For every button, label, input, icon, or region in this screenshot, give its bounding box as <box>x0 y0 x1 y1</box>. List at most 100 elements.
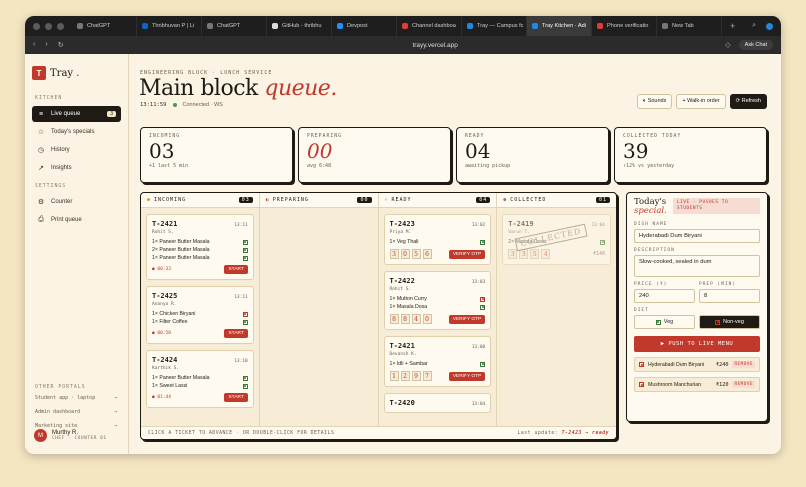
stat-sub: awaiting pickup <box>465 163 511 169</box>
price-input[interactable]: 240 <box>634 289 695 303</box>
remove-button[interactable]: REMOVE <box>732 381 755 388</box>
back-icon[interactable]: ‹ <box>33 41 35 49</box>
specials-title-accent: special. <box>634 206 667 216</box>
tab-label: GitHub - thribhu <box>282 23 322 29</box>
last-update-label: Last update: <box>517 431 562 436</box>
ticket-timer: ● 01:44 <box>152 395 171 400</box>
sidebar-item-history[interactable]: ◷ History <box>32 142 121 158</box>
start-button[interactable]: START <box>224 329 248 338</box>
sidebar-item-specials[interactable]: ☆ Today's specials <box>32 124 121 140</box>
sidebar-item-print-queue[interactable]: ⎙ Print queue <box>32 212 121 228</box>
sidebar-item-label: Insights <box>51 165 72 171</box>
column-count: 04 <box>476 197 491 203</box>
description-input[interactable]: Slow-cooked, sealed in dum <box>634 255 760 277</box>
profile-icon[interactable] <box>766 22 773 30</box>
ticket-card[interactable]: T-2421 13:11 Rohit S. 1× Paneer Butter Ma… <box>146 214 254 280</box>
sidebar-item-counter[interactable]: ⚙ Counter <box>32 194 121 210</box>
ticket-card[interactable]: T-2423 13:02 Priya M. 1× Veg Thali 3 0 5 6 VE… <box>383 214 492 265</box>
sidebar-item-label: Today's specials <box>51 129 95 135</box>
column-collected: ● COLLECTED 01 T-2419 13:04 Varun T. 2× Mas… <box>497 193 616 426</box>
otp-digit: 6 <box>422 249 432 259</box>
ticket-card[interactable]: T-2424 13:10 Karthik S. 1× Paneer Butter … <box>146 350 254 408</box>
non-veg-icon <box>480 296 486 302</box>
verify-otp-button[interactable]: VERIFY OTP <box>448 314 486 324</box>
favicon-icon <box>337 23 343 29</box>
refresh-button[interactable]: ⟳ Refresh <box>729 94 767 109</box>
column-title: COLLECTED <box>510 197 547 203</box>
url-field[interactable]: trayy.vercel.app <box>145 42 725 49</box>
veg-icon <box>242 255 248 261</box>
dish-name-input[interactable]: Hyderabadi Dum Biryani <box>634 229 760 243</box>
search-tabs-icon[interactable]: ⌕ <box>752 22 756 30</box>
tab-label: New Tab <box>672 23 694 29</box>
tab-label: ChatGPT <box>87 23 111 29</box>
ticket-card[interactable]: T-2425 13:11 Ananya R. 1× Chicken Biryani… <box>146 286 254 344</box>
button-label: Sounds <box>647 98 667 104</box>
veg-toggle[interactable]: Veg <box>634 315 695 329</box>
otp-code: 8840 <box>389 314 432 324</box>
field-label: DISH NAME <box>634 222 668 227</box>
browser-tab[interactable]: Phone verificatio <box>592 16 657 36</box>
forward-icon[interactable]: › <box>45 41 47 49</box>
logo-text: Tray . <box>50 67 80 79</box>
check-icon: ✓ <box>384 197 389 203</box>
column-count: 03 <box>238 197 253 203</box>
diet-label: Veg <box>663 319 674 325</box>
special-list-item: Hyderabadi Dum Biryani ₹240 REMOVE <box>634 357 760 372</box>
favicon-icon <box>597 23 603 29</box>
shield-icon[interactable]: ◇ <box>725 41 730 49</box>
remove-button[interactable]: REMOVE <box>732 361 755 368</box>
walk-in-order-button[interactable]: + Walk-in order <box>676 94 726 109</box>
sounds-button[interactable]: 🔈︎ Sounds <box>636 94 673 109</box>
ticket-id: T-2424 <box>152 356 178 364</box>
sidebar-item-label: Print queue <box>51 217 82 223</box>
start-button[interactable]: START <box>224 393 248 402</box>
window-controls[interactable] <box>25 22 72 30</box>
browser-tab[interactable]: Channel dashboa <box>397 16 462 36</box>
sidebar-item-insights[interactable]: ↗ Insights <box>32 160 121 176</box>
user-profile[interactable]: M Murthy R. CHEF · COUNTER 01 <box>34 429 107 442</box>
otp-digit: 8 <box>389 314 399 324</box>
prep-time-input[interactable]: 8 <box>699 289 760 303</box>
non-veg-toggle[interactable]: Non-veg <box>699 315 760 329</box>
sidebar-item-live-queue[interactable]: ≡ Live queue 3 <box>32 106 121 122</box>
veg-icon <box>242 319 248 325</box>
column-incoming: ● INCOMING 03 T-2421 13:11 Rohit S. 1× Pane… <box>141 193 260 426</box>
tab-label: Devpost <box>347 23 368 29</box>
browser-tab[interactable]: Thribhuvan P | Li <box>137 16 202 36</box>
portal-link-student[interactable]: Student app · laptop → <box>35 395 117 401</box>
arrow-icon: → <box>113 423 117 429</box>
browser-tab-active[interactable]: Tray Kitchen · Adi <box>527 16 592 36</box>
veg-icon <box>242 375 248 381</box>
browser-tab[interactable]: Devpost <box>332 16 397 36</box>
verify-otp-button[interactable]: VERIFY OTP <box>448 249 486 259</box>
browser-tab[interactable]: GitHub - thribhu <box>267 16 332 36</box>
dot-icon: ◐ <box>265 197 270 203</box>
clock: 13:11:59 <box>140 102 167 108</box>
stat-card-incoming: INCOMING 03 +1 last 5 min <box>140 127 293 183</box>
verify-otp-button[interactable]: VERIFY OTP <box>448 371 486 381</box>
start-button[interactable]: START <box>224 265 248 274</box>
reload-icon[interactable]: ↻ <box>58 41 64 49</box>
sidebar-item-label: Counter <box>51 199 73 205</box>
otp-digit: 8 <box>400 314 410 324</box>
sidebar-item-label: Live queue <box>51 111 81 117</box>
browser-tab[interactable]: ChatGPT <box>72 16 137 36</box>
ticket-card[interactable]: T-2420 13:04 <box>383 393 492 413</box>
ticket-card[interactable]: T-2421 13:00 Devansh K. 1× Idli + Sambar … <box>383 336 492 387</box>
browser-tab[interactable]: ChatGPT <box>202 16 267 36</box>
ticket-card-collected[interactable]: T-2419 13:04 Varun T. 2× Masala Dosa 3354… <box>502 214 611 265</box>
ticket-price: ₹140 <box>592 251 605 257</box>
browser-tab[interactable]: Tray — Campus fc <box>462 16 527 36</box>
ask-chat-button[interactable]: Ask Chat <box>738 40 773 50</box>
non-veg-icon <box>639 382 644 387</box>
ticket-card[interactable]: T-2422 13:03 Rohit S. 1× Mutton Curry 1× … <box>383 271 492 330</box>
title-text: Main block <box>139 76 265 101</box>
otp-digit: 0 <box>400 249 410 259</box>
browser-tab[interactable]: New Tab <box>657 16 722 36</box>
portal-link-admin[interactable]: Admin dashboard → <box>35 409 117 415</box>
new-tab-icon[interactable]: + <box>730 21 735 31</box>
app-logo[interactable]: T Tray . <box>32 66 121 80</box>
push-to-menu-button[interactable]: ▶ PUSH TO LIVE MENU <box>634 336 760 352</box>
special-price: ₹240 <box>715 361 729 368</box>
